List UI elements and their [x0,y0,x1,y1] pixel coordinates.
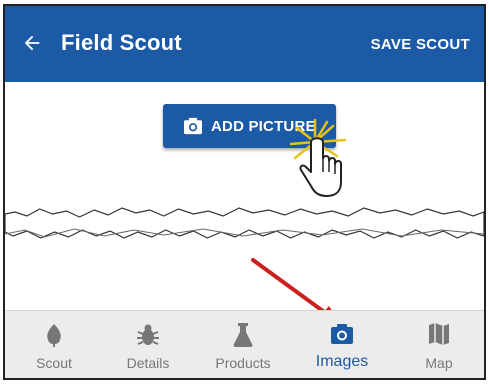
nav-item-products[interactable]: Products [198,311,288,378]
nav-item-details[interactable]: Details [103,311,193,378]
nav-label-details: Details [126,355,170,371]
nav-item-images[interactable]: Images [297,311,387,378]
page-title: Field Scout [61,30,182,55]
leaf-icon [47,324,61,347]
map-icon [429,323,449,345]
nav-item-map[interactable]: Map [394,311,484,378]
nav-item-scout[interactable]: Scout [9,311,99,378]
app-screen: Field Scout SAVE SCOUT ADD PICTURE Scout… [3,4,486,380]
camera-icon [184,117,202,135]
flask-icon [233,323,253,347]
hand-pointer-icon [289,118,347,197]
arrow-left-icon[interactable] [21,32,43,54]
top-app-bar: Field Scout SAVE SCOUT [5,6,484,82]
bottom-navigation: Scout Details Products Images Map [5,310,484,378]
bug-icon [137,324,159,345]
torn-edge-divider [5,207,484,239]
nav-label-scout: Scout [36,355,72,371]
save-scout-button[interactable]: SAVE SCOUT [371,36,470,53]
nav-label-images: Images [315,353,369,370]
nav-label-products: Products [215,355,271,371]
camera-icon [331,324,353,344]
nav-label-map: Map [425,355,453,371]
